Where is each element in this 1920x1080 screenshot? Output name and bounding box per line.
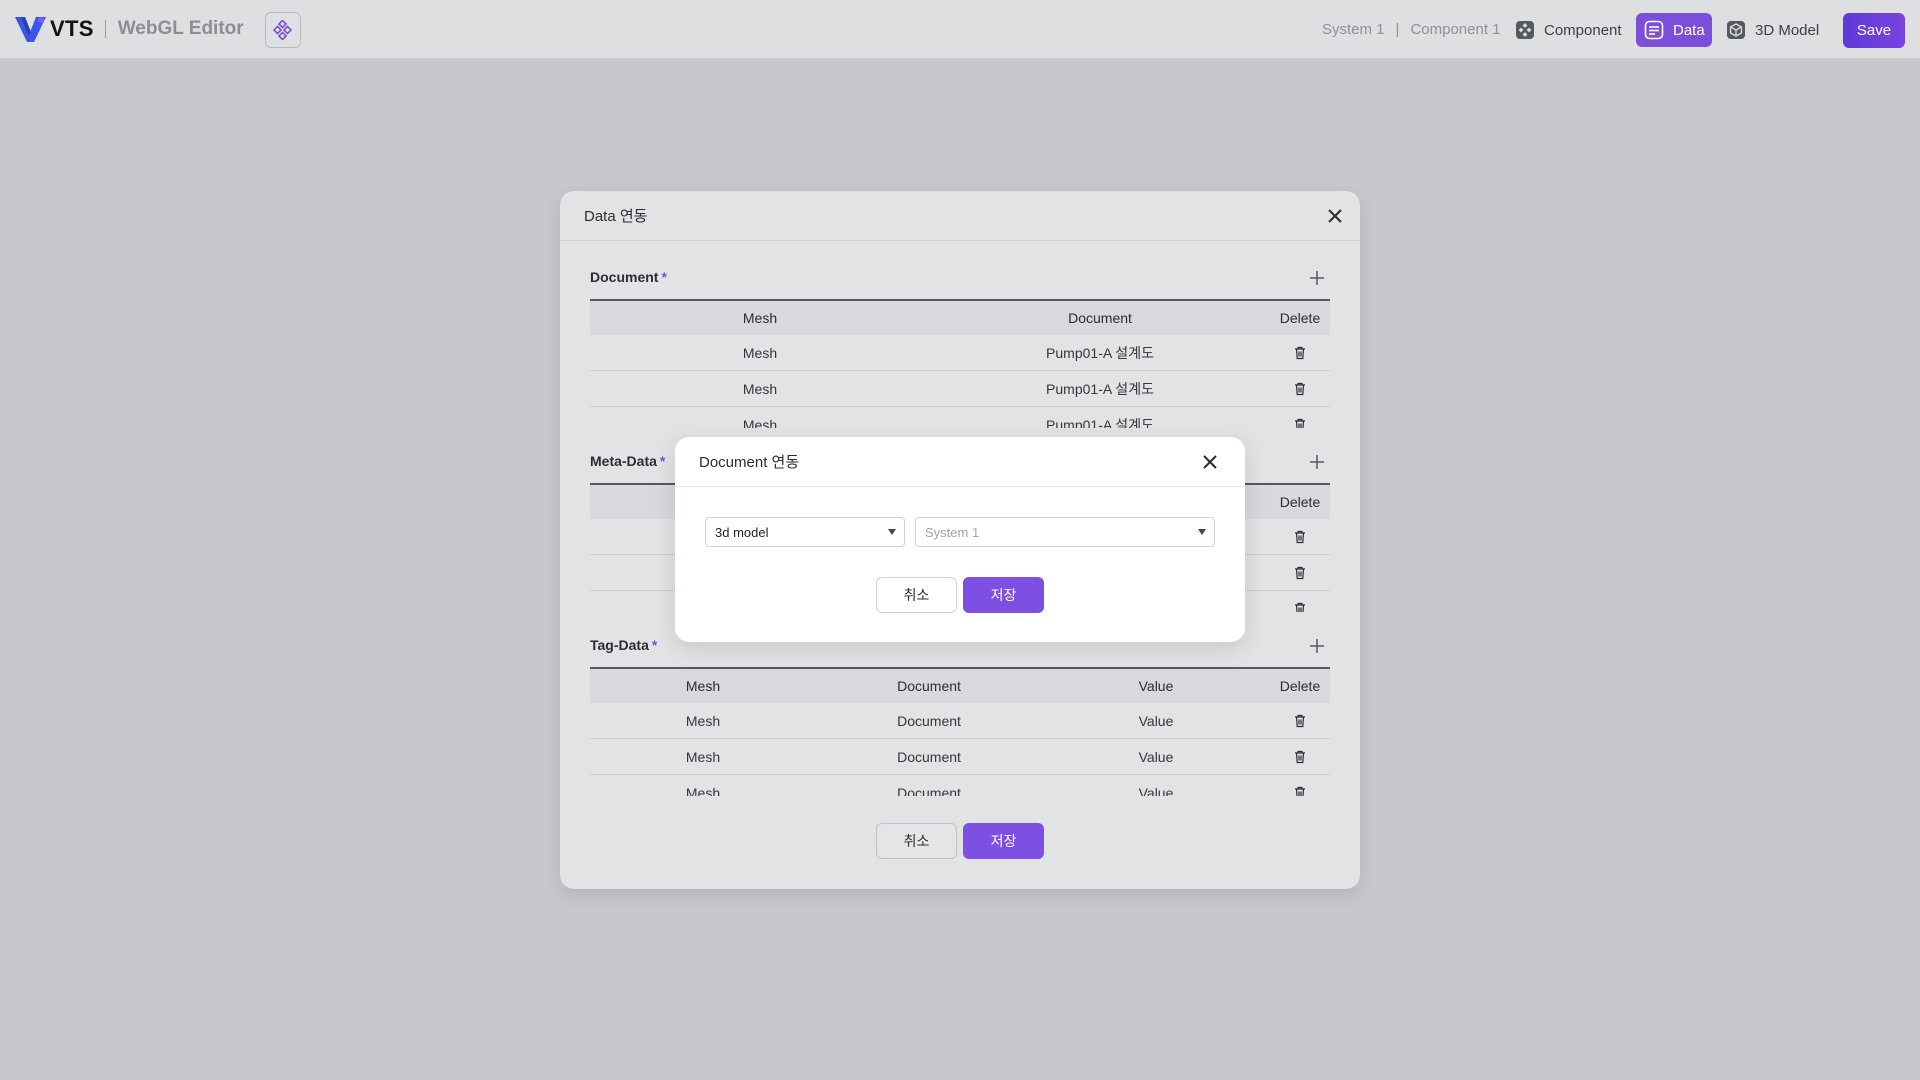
header-delete: Delete	[1279, 678, 1321, 694]
system-select[interactable]: System 1	[915, 517, 1215, 547]
dialog-save-button[interactable]: 저장	[963, 823, 1044, 859]
header-mesh: Mesh	[742, 310, 778, 326]
header-document: Document	[1068, 310, 1132, 326]
type-select-value: 3d model	[715, 524, 769, 540]
cell-document: Pump01-A 설계도	[1046, 344, 1154, 361]
trash-icon	[1295, 346, 1305, 359]
modal-header: Document 연동	[675, 437, 1245, 487]
cell-mesh: Mesh	[685, 712, 721, 729]
trash-icon	[1295, 602, 1305, 612]
close-icon[interactable]	[1326, 207, 1344, 225]
header-value: Value	[1138, 678, 1174, 694]
delete-row-button[interactable]	[1270, 407, 1330, 428]
tag-data-section-title: Tag-Data *	[590, 637, 658, 653]
add-tag-data-icon[interactable]	[1309, 638, 1325, 654]
add-document-icon[interactable]	[1309, 270, 1325, 286]
table-row: Mesh Pump01-A 설계도	[590, 371, 1330, 407]
database-icon	[1644, 20, 1664, 40]
required-mark: *	[661, 269, 667, 285]
cell-value: Value	[1138, 784, 1174, 797]
table-row: Mesh Document Value	[590, 775, 1330, 796]
table-header: Mesh Document Value Delete	[590, 667, 1330, 703]
app-logo[interactable]: VTS WebGL Editor	[15, 15, 244, 43]
dialog-cancel-button[interactable]: 취소	[876, 823, 957, 859]
dialog-title: Data 연동	[584, 208, 648, 225]
cell-mesh: Mesh	[742, 380, 778, 397]
trash-icon	[1295, 714, 1305, 727]
trash-icon	[1295, 566, 1305, 579]
breadcrumb-system[interactable]: System 1	[1322, 21, 1385, 38]
tag-data-table: Mesh Document Value Delete Mesh Document…	[590, 667, 1330, 796]
table-row: Mesh Pump01-A 설계도	[590, 407, 1330, 428]
modal-cancel-button[interactable]: 취소	[876, 577, 957, 613]
document-section-title: Document *	[590, 269, 667, 285]
cell-document: Document	[897, 748, 961, 765]
header-document: Document	[897, 678, 961, 694]
table-row: Mesh Pump01-A 설계도	[590, 335, 1330, 371]
delete-row-button[interactable]	[1270, 371, 1330, 406]
brand-divider	[104, 20, 106, 38]
cube-icon	[1726, 20, 1746, 40]
caret-down-icon	[1198, 529, 1206, 535]
delete-row-button[interactable]	[1270, 335, 1330, 370]
cell-value: Value	[1138, 712, 1174, 729]
nav-3d-model-label: 3D Model	[1755, 21, 1820, 39]
cell-document: Pump01-A 설계도	[1046, 416, 1154, 429]
required-mark: *	[659, 453, 666, 469]
trash-icon	[1295, 418, 1305, 428]
nav-3d-model[interactable]: 3D Model	[1718, 13, 1827, 47]
top-bar: VTS WebGL Editor System 1 | Component 1	[0, 0, 1920, 59]
trash-icon	[1295, 786, 1305, 796]
save-button[interactable]: Save	[1843, 13, 1905, 48]
header-delete: Delete	[1279, 494, 1321, 510]
delete-row-button[interactable]	[1270, 703, 1330, 738]
delete-row-button[interactable]	[1270, 519, 1330, 554]
diamond-grid-icon	[273, 20, 293, 40]
breadcrumb-component[interactable]: Component 1	[1410, 21, 1500, 38]
cell-value: Value	[1138, 748, 1174, 765]
cell-document: Pump01-A 설계도	[1046, 380, 1154, 397]
trash-icon	[1295, 530, 1305, 543]
required-mark: *	[651, 637, 658, 653]
brand-name: VTS	[50, 16, 94, 41]
close-icon[interactable]	[1201, 453, 1219, 471]
system-select-placeholder: System 1	[925, 524, 980, 540]
nav-component[interactable]: Component	[1507, 13, 1630, 47]
dialog-header: Data 연동	[560, 191, 1360, 241]
add-meta-data-icon[interactable]	[1309, 454, 1325, 470]
cell-mesh: Mesh	[685, 748, 721, 765]
nav-data-label: Data	[1673, 21, 1705, 39]
modal-save-button[interactable]: 저장	[963, 577, 1044, 613]
delete-row-button[interactable]	[1270, 739, 1330, 774]
document-table: Mesh Document Delete Mesh Pump01-A 설계도 M…	[590, 299, 1330, 428]
table-row: Mesh Document Value	[590, 703, 1330, 739]
cell-mesh: Mesh	[742, 344, 778, 361]
type-select[interactable]: 3d model	[705, 517, 905, 547]
header-delete: Delete	[1279, 310, 1321, 326]
cell-document: Document	[897, 712, 961, 729]
delete-row-button[interactable]	[1270, 555, 1330, 590]
trash-icon	[1295, 750, 1305, 763]
component-icon	[1515, 20, 1535, 40]
nav-data[interactable]: Data	[1636, 13, 1712, 47]
delete-row-button[interactable]	[1270, 591, 1330, 612]
caret-down-icon	[888, 529, 896, 535]
document-link-modal: Document 연동 3d model System 1 취소 저장	[675, 437, 1245, 642]
trash-icon	[1295, 382, 1305, 395]
delete-row-button[interactable]	[1270, 775, 1330, 796]
cell-mesh: Mesh	[742, 416, 778, 429]
app-subtitle: WebGL Editor	[117, 18, 244, 39]
cell-mesh: Mesh	[685, 784, 721, 797]
widget-toggle-button[interactable]	[265, 12, 301, 48]
table-header: Mesh Document Delete	[590, 299, 1330, 335]
table-row: Mesh Document Value	[590, 739, 1330, 775]
cell-document: Document	[897, 784, 961, 797]
vts-logo-icon	[15, 16, 46, 42]
meta-data-section-title: Meta-Data *	[590, 453, 666, 469]
header-mesh: Mesh	[685, 678, 721, 694]
breadcrumb: System 1 | Component 1	[1322, 0, 1501, 59]
modal-title: Document 연동	[699, 454, 800, 471]
nav-component-label: Component	[1544, 21, 1622, 39]
breadcrumb-separator: |	[1395, 21, 1400, 38]
